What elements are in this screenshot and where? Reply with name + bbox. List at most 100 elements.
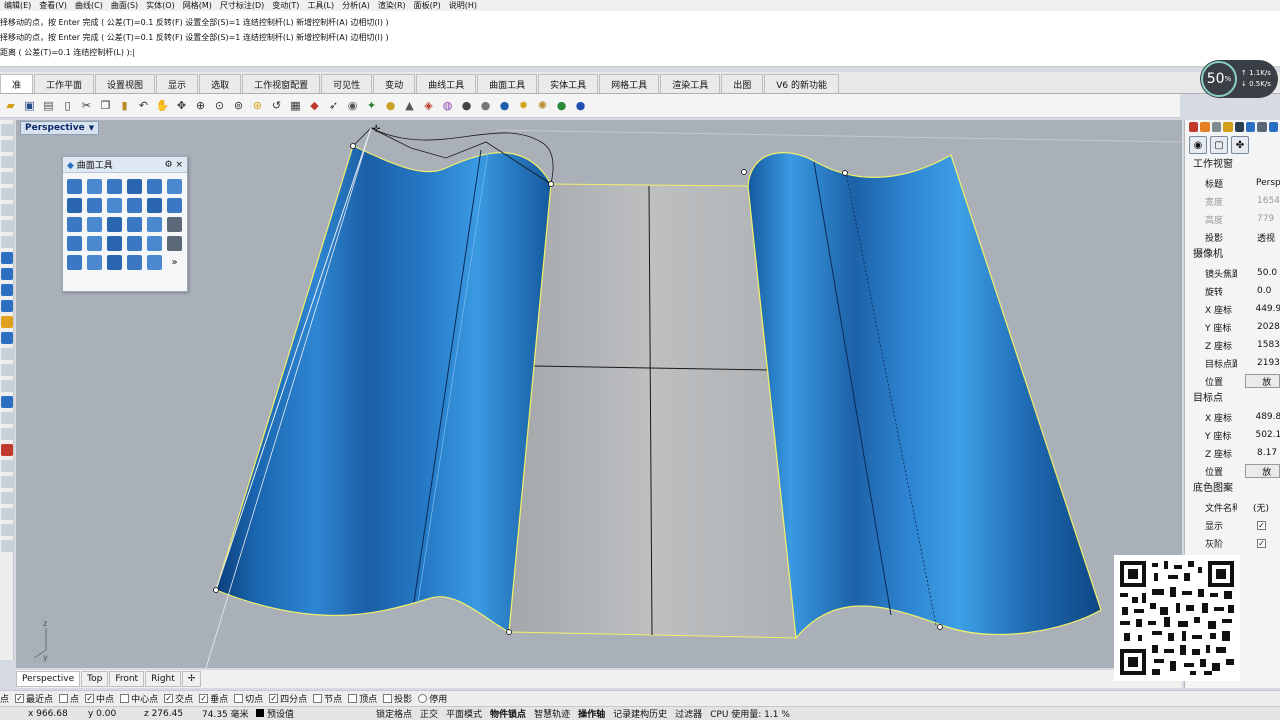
undo-icon[interactable]: ↶ [135,97,152,114]
offset-surface-icon[interactable] [127,179,142,194]
tab-surface-tools[interactable]: 曲面工具 [477,74,538,93]
status-filter[interactable]: 过滤器 [671,707,706,720]
sphere-tool-icon[interactable] [1,252,13,264]
cylinder-icon[interactable] [87,255,102,270]
osnap-checkbox[interactable]: ✓ [85,694,95,703]
menu-tools[interactable]: 工具(L) [303,0,338,11]
array-icon[interactable] [1,396,13,408]
osnap-radio[interactable] [418,694,428,703]
fillet-icon[interactable] [1,332,13,344]
gear-icon[interactable]: ⚙ [165,160,173,170]
shrink-surface-icon[interactable] [147,198,162,213]
control-point[interactable] [741,169,747,175]
osnap-checkbox[interactable]: ✓ [15,694,25,703]
status-gumball[interactable]: 操作轴 [574,707,609,720]
car-icon[interactable]: ◆ [306,97,323,114]
arch-icon[interactable] [87,217,102,232]
osnap-checkbox[interactable] [59,694,69,703]
patch-icon[interactable] [167,236,182,251]
control-point[interactable] [548,181,554,187]
gear-icon[interactable]: ✺ [534,97,551,114]
prop-value[interactable]: 502.1 [1235,430,1280,440]
grid-surface-icon[interactable] [127,236,142,251]
untrim-icon[interactable] [167,198,182,213]
cut-icon[interactable]: ✂ [78,97,95,114]
render-sphere-icon[interactable]: ● [477,97,494,114]
menu-curve[interactable]: 曲线(C) [71,0,107,11]
status-osnap[interactable]: 物件锁点 [486,707,530,720]
osnap-point[interactable]: 点 [0,692,9,705]
match-surface-icon[interactable] [87,198,102,213]
camera-icon[interactable]: ◉ [344,97,361,114]
status-smarttrack[interactable]: 智慧轨迹 [530,707,574,720]
fit-icon[interactable] [167,217,182,232]
viewport-tab-perspective[interactable]: Perspective [16,671,81,687]
command-prompt[interactable]: 距离 ( 公差(T)=0.1 连结控制杆(L) ):| [0,45,1280,60]
curve-icon[interactable] [1,172,13,184]
add-viewport-icon[interactable]: ✢ [181,671,202,687]
rotate-icon[interactable] [1,364,13,376]
layer-panel-icon[interactable] [1211,122,1222,132]
zoom-extents-icon[interactable]: ⊚ [230,97,247,114]
zoom-icon[interactable]: ⊕ [192,97,209,114]
text-icon[interactable] [1,508,13,520]
cross-edit-icon[interactable] [147,255,162,270]
osnap-quad[interactable]: ✓ 四分点 [269,692,307,705]
viewport-canvas[interactable]: ✛ z y [16,120,1182,668]
current-layer[interactable]: 预设值 [252,707,372,720]
split-icon[interactable] [1,444,13,456]
lock-tool-icon[interactable] [1,540,13,552]
osnap-disable[interactable]: 停用 [418,692,447,705]
arrow-icon[interactable]: ➶ [325,97,342,114]
lightbulb-icon[interactable]: ● [382,97,399,114]
blend-surface-icon[interactable] [147,179,162,194]
link-icon[interactable]: ✤ [1231,136,1249,154]
tab-visibility[interactable]: 可见性 [321,74,373,93]
chamfer-surface-icon[interactable] [107,179,122,194]
variable-fillet-icon[interactable] [87,179,102,194]
center-flat-surface[interactable] [508,183,797,639]
merge-surface-icon[interactable] [107,198,122,213]
layer-icon[interactable]: ◈ [420,97,437,114]
print-icon[interactable]: ▤ [40,97,57,114]
join-icon[interactable] [1,460,13,472]
prop-value[interactable]: 透视 [1237,231,1275,244]
osnap-checkbox[interactable] [234,694,244,703]
prop-value[interactable]: 8.17 [1237,448,1277,458]
menu-view[interactable]: 查看(V) [35,0,71,11]
tab-new-in-v6[interactable]: V6 的新功能 [764,74,839,93]
camera-icon[interactable]: ◉ [1189,136,1207,154]
prop-value[interactable]: Persp [1236,178,1280,188]
scale-icon[interactable] [1,380,13,392]
extend-surface-icon[interactable] [67,198,82,213]
tab-viewport-layout[interactable]: 工作视窗配置 [242,74,321,93]
paste-icon[interactable]: ▮ [116,97,133,114]
sphere-icon[interactable]: ● [458,97,475,114]
status-planar[interactable]: 平面模式 [442,707,486,720]
zoom-window-icon[interactable]: ⊙ [211,97,228,114]
box-tool-icon[interactable] [1,268,13,280]
boundary-icon[interactable] [147,236,162,251]
connect-surface-icon[interactable] [167,179,182,194]
osnap-checkbox[interactable] [120,694,130,703]
menu-edit[interactable]: 编辑(E) [0,0,35,11]
tab-display[interactable]: 显示 [156,74,199,93]
prop-value[interactable]: 0.0 [1237,286,1271,296]
four-view-icon[interactable]: ▦ [287,97,304,114]
prop-value[interactable]: 50.0 [1237,268,1277,278]
material-icon[interactable] [1200,122,1210,132]
help-panel-icon[interactable] [1268,122,1278,132]
tunnel-icon[interactable] [87,236,102,251]
color-wheel-icon[interactable] [1189,122,1199,132]
rebuild-surface-icon[interactable] [127,198,142,213]
trim-icon[interactable] [1,428,13,440]
pan-icon[interactable]: ✋ [154,97,171,114]
more-tools[interactable]: » [167,255,182,270]
color-icon[interactable]: ◍ [439,97,456,114]
viewport-title[interactable]: Perspective ▼ [20,121,100,135]
polyline-icon[interactable] [1,156,13,168]
tab-curve-tools[interactable]: 曲线工具 [416,74,477,93]
osnap-checkbox[interactable]: ✓ [269,694,279,703]
surface-tools-header[interactable]: ◆ 曲面工具 ⚙ × [63,157,187,173]
analyze-icon[interactable] [127,217,142,232]
